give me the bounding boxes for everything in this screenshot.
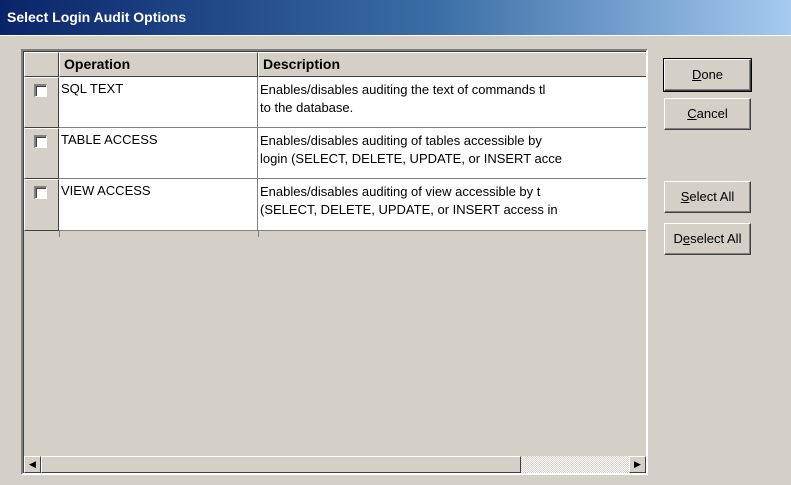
scroll-left-button[interactable]: ◀ [24, 456, 41, 473]
cancel-button[interactable]: Cancel [664, 98, 751, 130]
row-checkbox-sql-text[interactable] [34, 84, 47, 97]
description-line-2: login (SELECT, DELETE, UPDATE, or INSERT… [260, 151, 562, 166]
cancel-mnemonic: C [687, 106, 697, 121]
table-row[interactable]: VIEW ACCESS Enables/disables auditing of… [24, 179, 646, 231]
arrow-right-icon: ▶ [634, 459, 641, 469]
title-bar[interactable]: Select Login Audit Options [0, 0, 791, 36]
row-selector[interactable] [24, 128, 59, 179]
row-selector[interactable] [24, 179, 59, 231]
grid-divider [258, 231, 259, 237]
column-header-description[interactable]: Description [258, 52, 646, 77]
description-cell: Enables/disables auditing the text of co… [258, 77, 646, 128]
arrow-left-icon: ◀ [29, 459, 36, 469]
operation-label: TABLE ACCESS [61, 132, 158, 147]
description-line-2: (SELECT, DELETE, UPDATE, or INSERT acces… [260, 202, 558, 217]
scroll-right-button[interactable]: ▶ [629, 456, 646, 473]
operation-label: VIEW ACCESS [61, 183, 151, 198]
description-line-1: Enables/disables auditing of view access… [260, 184, 541, 199]
column-header-operation[interactable]: Operation [59, 52, 258, 77]
done-button[interactable]: Done [663, 58, 752, 92]
column-header-checkbox[interactable] [24, 52, 59, 77]
operation-cell: VIEW ACCESS [59, 179, 258, 231]
row-checkbox-view-access[interactable] [34, 186, 47, 199]
done-mnemonic: D [691, 67, 702, 82]
table-row[interactable]: SQL TEXT Enables/disables auditing the t… [24, 77, 646, 128]
select-all-label: elect All [689, 189, 735, 204]
description-cell: Enables/disables auditing of view access… [258, 179, 646, 231]
operation-cell: TABLE ACCESS [59, 128, 258, 179]
deselect-all-label: select All [690, 231, 742, 246]
done-label: one [701, 67, 724, 82]
scroll-thumb[interactable] [41, 456, 521, 473]
operation-label: SQL TEXT [61, 81, 124, 96]
grid-empty-area [24, 236, 646, 456]
table-row[interactable]: TABLE ACCESS Enables/disables auditing o… [24, 128, 646, 179]
description-cell: Enables/disables auditing of tables acce… [258, 128, 646, 179]
window-title: Select Login Audit Options [7, 9, 187, 25]
grid-header-row: Operation Description [24, 52, 646, 77]
operation-cell: SQL TEXT [59, 77, 258, 128]
cancel-label: ancel [696, 106, 728, 121]
scroll-track[interactable] [521, 456, 629, 473]
description-line-2: to the database. [260, 100, 354, 115]
row-checkbox-table-access[interactable] [34, 135, 47, 148]
description-line-1: Enables/disables auditing the text of co… [260, 82, 546, 97]
row-selector[interactable] [24, 77, 59, 128]
audit-options-grid[interactable]: Operation Description SQL TEXT Enables/d… [21, 49, 648, 475]
select-all-button[interactable]: Select All [664, 181, 751, 213]
horizontal-scrollbar[interactable]: ◀ ▶ [24, 456, 646, 473]
deselect-all-prefix: D [673, 231, 683, 246]
deselect-all-button[interactable]: Deselect All [664, 223, 751, 255]
description-line-1: Enables/disables auditing of tables acce… [260, 133, 542, 148]
grid-divider [59, 231, 60, 237]
